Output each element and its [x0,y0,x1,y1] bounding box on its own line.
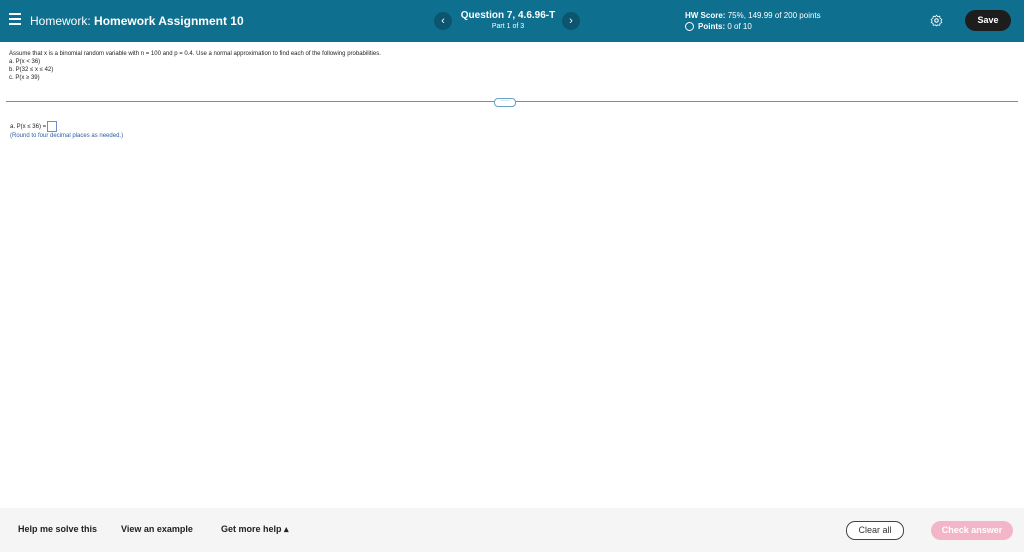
homework-title-name: Homework Assignment 10 [94,14,244,28]
points-label: Points: [698,22,726,31]
hw-score-label: HW Score: [685,11,726,20]
help-me-solve-button[interactable]: Help me solve this [18,524,97,534]
rounding-hint: (Round to four decimal places as needed.… [10,133,124,139]
homework-title-prefix: Homework: [30,14,91,28]
question-part: Part 1 of 3 [491,23,525,30]
answer-input[interactable] [47,121,58,132]
menu-icon[interactable] [9,13,21,27]
problem-stem: Assume that x is a binomial random varia… [9,50,381,82]
points-value: 0 of 10 [727,22,752,31]
question-title: Question 7, 4.6.96-T [460,10,556,21]
points-circle-icon [685,22,694,32]
check-answer-button[interactable]: Check answer [931,521,1013,540]
points-status: Points: 0 of 10 [685,22,752,32]
prev-question-button[interactable]: ‹ [434,12,452,30]
view-example-button[interactable]: View an example [121,524,193,534]
clear-all-button[interactable]: Clear all [846,521,904,540]
problem-item-c: c. P(x ≥ 39) [9,75,40,81]
problem-item-b: b. P(32 ≤ x ≤ 42) [9,67,54,73]
save-button[interactable]: Save [965,10,1011,31]
part-a-answer: a. P(x ≤ 36) = [10,121,58,132]
problem-item-a: a. P(x < 36) [9,59,41,65]
part-a-prompt: a. P(x ≤ 36) = [10,124,47,131]
next-question-button[interactable]: › [562,12,580,30]
get-more-help-button[interactable]: Get more help ▴ [221,524,289,535]
gear-icon[interactable] [930,14,943,27]
expand-handle[interactable]: ····· [494,98,516,107]
hw-score-value: 75%, 149.99 of 200 points [727,11,821,20]
hw-score: HW Score: 75%, 149.99 of 200 points [685,11,821,20]
top-bar: Homework: Homework Assignment 10 ‹ Quest… [0,0,1024,42]
homework-title: Homework: Homework Assignment 10 [30,14,244,28]
problem-text: Assume that x is a binomial random varia… [9,51,381,57]
